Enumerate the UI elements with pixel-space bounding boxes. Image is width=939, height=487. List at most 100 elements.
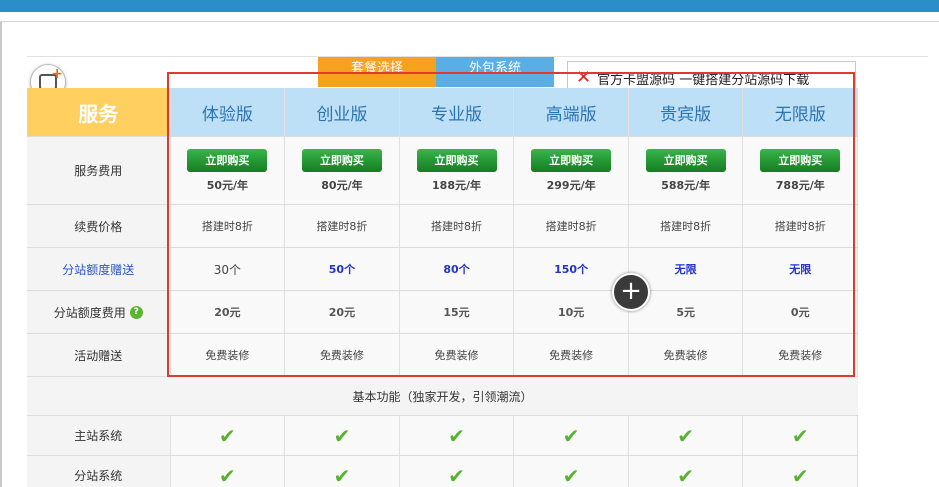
check-cell: ✔ xyxy=(399,456,515,487)
check-cell: ✔ xyxy=(285,456,400,487)
price-cell: 立即购买 80元/年 xyxy=(285,137,400,204)
section-title: 基本功能（独家开发，引领潮流） xyxy=(27,377,858,415)
table-cell: 搭建时8折 xyxy=(514,205,629,247)
table-cell: 150个 xyxy=(514,248,629,290)
section-row: 基本功能（独家开发，引领潮流） xyxy=(27,377,858,416)
table-cell: 搭建时8折 xyxy=(743,205,859,247)
left-border xyxy=(0,22,2,487)
check-cell: ✔ xyxy=(170,456,286,487)
table-row: 分站额度赠送 30个 50个 80个 150个 无限 无限 xyxy=(27,248,859,291)
plan-header: 创业版 xyxy=(285,88,400,136)
table-cell: 80个 xyxy=(399,248,515,290)
check-icon: ✔ xyxy=(333,423,351,448)
price-text: 50元/年 xyxy=(206,178,249,192)
top-accent-bar xyxy=(0,0,939,12)
price-text: 80元/年 xyxy=(321,178,363,192)
row-label: 服务费用 xyxy=(27,137,171,204)
table-cell: 搭建时8折 xyxy=(628,205,744,247)
check-cell: ✔ xyxy=(743,416,859,455)
table-cell: 免费装修 xyxy=(170,334,286,376)
table-cell: 免费装修 xyxy=(514,334,629,376)
plan-header: 高端版 xyxy=(514,88,629,136)
table-header-row: 服务 体验版 创业版 专业版 高端版 贵宾版 无限版 xyxy=(27,88,859,137)
row-label: 分站系统 xyxy=(27,456,171,487)
table-cell: 搭建时8折 xyxy=(399,205,515,247)
plan-tabs: 套餐选择 外包系统 xyxy=(318,57,554,87)
check-icon: ✔ xyxy=(677,463,695,487)
check-cell: ✔ xyxy=(285,416,400,455)
check-icon: ✔ xyxy=(562,423,580,448)
check-icon: ✔ xyxy=(791,423,809,448)
check-cell: ✔ xyxy=(628,456,744,487)
tab-outsource-system[interactable]: 外包系统 xyxy=(436,57,554,87)
check-icon: ✔ xyxy=(677,423,695,448)
tab-package-select[interactable]: 套餐选择 xyxy=(318,57,436,87)
buy-button[interactable]: 立即购买 xyxy=(760,148,841,172)
service-header: 服务 xyxy=(27,88,171,136)
table-cell: 0元 xyxy=(743,291,859,333)
check-cell: ✔ xyxy=(514,456,629,487)
price-cell: 立即购买 588元/年 xyxy=(628,137,744,204)
table-cell: 15元 xyxy=(399,291,515,333)
table-row: 服务费用 立即购买 50元/年 立即购买 80元/年 立即购买 188元/年 立… xyxy=(27,137,859,205)
help-icon[interactable]: ? xyxy=(129,305,143,319)
price-text: 188元/年 xyxy=(432,178,482,192)
table-row: 主站系统 ✔ ✔ ✔ ✔ ✔ ✔ xyxy=(27,416,859,456)
price-cell: 立即购买 299元/年 xyxy=(514,137,629,204)
check-cell: ✔ xyxy=(170,416,286,455)
check-icon: ✔ xyxy=(562,463,580,487)
price-text: 588元/年 xyxy=(661,178,711,192)
row-label: 续费价格 xyxy=(27,205,171,247)
check-icon: ✔ xyxy=(448,463,465,487)
plan-header: 无限版 xyxy=(743,88,859,136)
plan-header: 贵宾版 xyxy=(628,88,744,136)
plus-icon[interactable]: + xyxy=(612,273,650,311)
table-cell: 10元 xyxy=(514,291,629,333)
check-cell: ✔ xyxy=(628,416,744,455)
buy-button[interactable]: 立即购买 xyxy=(301,148,382,172)
check-icon: ✔ xyxy=(333,463,351,487)
price-text: 299元/年 xyxy=(546,178,596,192)
table-row: 续费价格 搭建时8折 搭建时8折 搭建时8折 搭建时8折 搭建时8折 搭建时8折 xyxy=(27,205,859,248)
table-cell: 无限 xyxy=(743,248,859,290)
check-cell: ✔ xyxy=(514,416,629,455)
pricing-table: 服务 体验版 创业版 专业版 高端版 贵宾版 无限版 服务费用 立即购买 50元… xyxy=(27,88,859,487)
row-label: 分站额度费用 xyxy=(53,305,126,320)
row-label-with-help: 分站额度费用 ? xyxy=(27,291,171,333)
table-cell: 搭建时8折 xyxy=(285,205,400,247)
table-cell: 搭建时8折 xyxy=(170,205,286,247)
plan-header: 专业版 xyxy=(399,88,515,136)
price-text: 788元/年 xyxy=(775,178,825,192)
table-row: 活动赠送 免费装修 免费装修 免费装修 免费装修 免费装修 免费装修 xyxy=(27,334,859,377)
close-icon[interactable]: ✕ xyxy=(576,69,591,87)
buy-button[interactable]: 立即购买 xyxy=(187,148,268,172)
table-cell: 免费装修 xyxy=(285,334,400,376)
check-cell: ✔ xyxy=(399,416,515,455)
check-icon: ✔ xyxy=(218,463,236,487)
row-label: 分站额度赠送 xyxy=(27,248,171,290)
table-cell: 30个 xyxy=(170,248,286,290)
table-cell: 免费装修 xyxy=(399,334,515,376)
row-label: 活动赠送 xyxy=(27,334,171,376)
plan-header: 体验版 xyxy=(170,88,286,136)
row-label: 主站系统 xyxy=(27,416,171,455)
buy-button[interactable]: 立即购买 xyxy=(531,148,612,172)
check-icon: ✔ xyxy=(791,463,809,487)
price-cell: 立即购买 788元/年 xyxy=(743,137,859,204)
check-icon: ✔ xyxy=(448,423,465,448)
table-cell: 20元 xyxy=(285,291,400,333)
table-row: 分站额度费用 ? 20元 20元 15元 10元 5元 0元 xyxy=(27,291,859,334)
table-cell: 免费装修 xyxy=(743,334,859,376)
table-cell: 20元 xyxy=(170,291,286,333)
buy-button[interactable]: 立即购买 xyxy=(416,148,497,172)
table-cell: 免费装修 xyxy=(628,334,744,376)
check-cell: ✔ xyxy=(743,456,859,487)
check-icon: ✔ xyxy=(218,423,236,448)
buy-button[interactable]: 立即购买 xyxy=(645,148,726,172)
price-cell: 立即购买 188元/年 xyxy=(399,137,515,204)
notice-text[interactable]: 官方卡盟源码 一键搭建分站源码下载 xyxy=(597,69,809,88)
top-divider xyxy=(0,12,939,22)
table-cell: 50个 xyxy=(285,248,400,290)
table-row: 分站系统 ✔ ✔ ✔ ✔ ✔ ✔ xyxy=(27,456,859,487)
price-cell: 立即购买 50元/年 xyxy=(170,137,286,204)
